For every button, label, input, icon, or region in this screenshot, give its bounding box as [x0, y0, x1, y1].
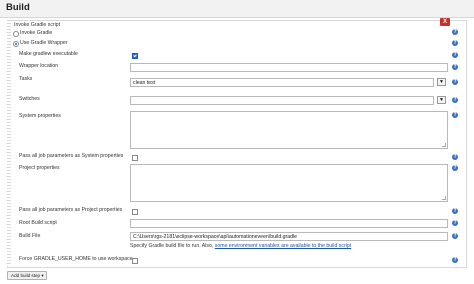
build-file-hint: Specify Gradle build file to run. Also, …	[130, 243, 352, 249]
radio-use-wrapper[interactable]	[13, 41, 19, 47]
help-icon[interactable]: ?	[452, 233, 458, 239]
help-icon[interactable]: ?	[452, 154, 458, 160]
help-icon[interactable]: ?	[452, 52, 458, 58]
pass-system-label: Pass all job parameters as System proper…	[19, 153, 124, 159]
pass-project-checkbox[interactable]	[132, 209, 138, 215]
wrapper-location-input[interactable]	[130, 63, 448, 72]
wrapper-location-label: Wrapper location	[19, 63, 59, 69]
pass-project-label: Pass all job parameters as Project prope…	[19, 207, 123, 213]
build-file-label: Build File	[19, 233, 41, 239]
help-icon[interactable]: ?	[452, 112, 458, 118]
drag-handle[interactable]	[7, 20, 11, 266]
help-icon[interactable]: ?	[452, 40, 458, 46]
switches-expand-button[interactable]: ▼	[437, 96, 446, 104]
project-properties-textarea[interactable]	[130, 164, 448, 202]
tasks-expand-button[interactable]: ▼	[437, 78, 446, 86]
tasks-input[interactable]: clean test	[130, 78, 434, 87]
help-icon[interactable]: ?	[452, 165, 458, 171]
help-icon[interactable]: ?	[452, 220, 458, 226]
delete-step-button[interactable]: X	[440, 18, 450, 26]
add-build-step-button[interactable]: Add build step ▾	[7, 271, 47, 280]
radio-use-wrapper-label: Use Gradle Wrapper	[20, 40, 68, 46]
help-icon[interactable]: ?	[452, 79, 458, 85]
switches-input[interactable]	[130, 96, 434, 105]
root-script-input[interactable]	[130, 219, 448, 228]
radio-invoke-gradle[interactable]	[13, 31, 19, 37]
pass-system-checkbox[interactable]	[132, 155, 138, 161]
make-executable-checkbox[interactable]	[132, 53, 138, 59]
switches-label: Switches	[19, 96, 40, 102]
radio-invoke-gradle-label: Invoke Gradle	[20, 30, 53, 36]
system-properties-textarea[interactable]	[130, 111, 448, 149]
help-icon[interactable]: ?	[452, 29, 458, 35]
project-properties-label: Project properties	[19, 165, 60, 171]
help-icon[interactable]: ?	[452, 97, 458, 103]
section-title: Build	[6, 2, 30, 13]
make-executable-label: Make gradlew executable	[19, 51, 78, 57]
system-properties-label: System properties	[19, 113, 61, 119]
help-icon[interactable]: ?	[452, 208, 458, 214]
environment-variables-link[interactable]: some environment variables are available…	[215, 243, 351, 249]
step-title: Invoke Gradle script	[14, 22, 61, 28]
help-icon[interactable]: ?	[452, 257, 458, 263]
section-header: Build	[0, 0, 474, 18]
force-home-checkbox[interactable]	[132, 258, 138, 264]
help-icon[interactable]: ?	[452, 64, 458, 70]
force-home-label: Force GRADLE_USER_HOME to use workspace	[19, 256, 133, 262]
root-script-label: Root Build script	[19, 220, 57, 226]
tasks-label: Tasks	[19, 76, 33, 82]
build-file-input[interactable]: C:\Users\rgs-2181\eclipse-workspace\api\…	[130, 232, 448, 241]
